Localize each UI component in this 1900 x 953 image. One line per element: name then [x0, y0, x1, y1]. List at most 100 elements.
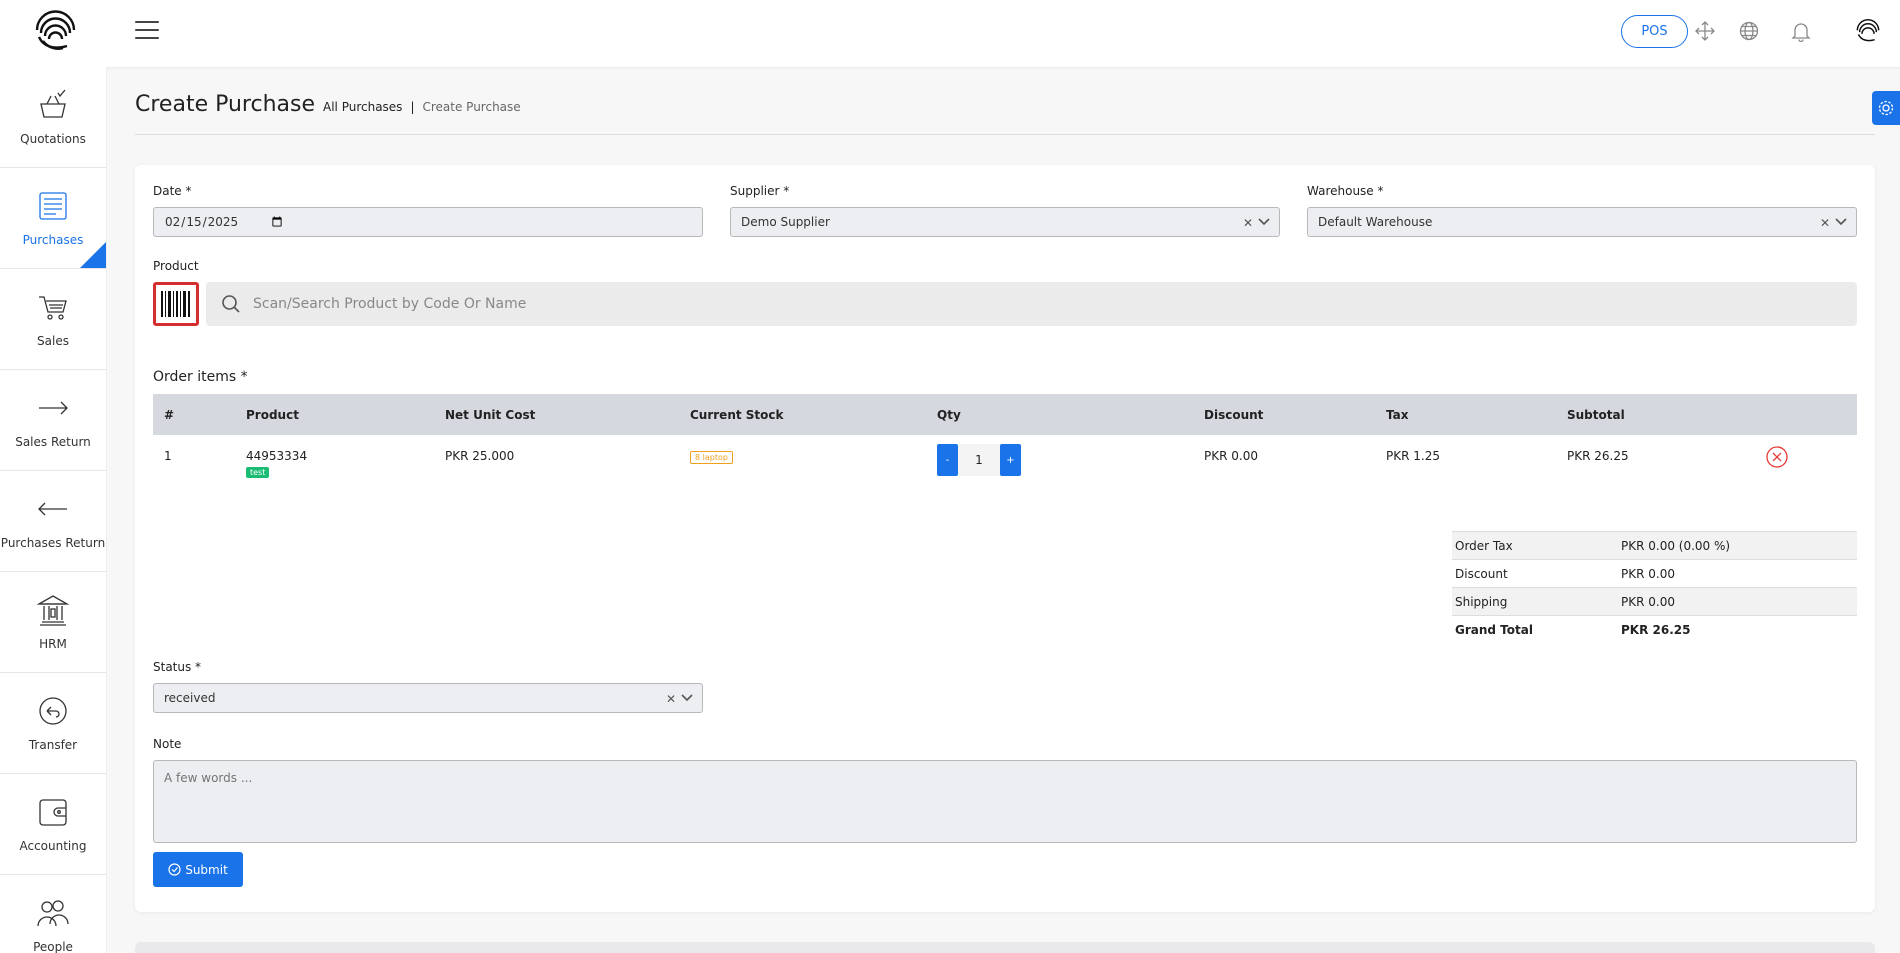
- sidebar-item-hrm[interactable]: HRM: [0, 572, 106, 673]
- discount-label: Discount: [1452, 559, 1618, 588]
- action-cell: [1755, 435, 1857, 491]
- totals-row: Order Tax PKR 0.00 (0.00 %): [1452, 531, 1857, 560]
- column-header: Subtotal: [1556, 394, 1755, 435]
- people-icon: [37, 900, 69, 927]
- column-header: Net Unit Cost: [434, 394, 679, 435]
- arrow-left-icon: [38, 502, 67, 516]
- arrow-right-icon: [39, 401, 68, 415]
- globe-icon[interactable]: [1738, 20, 1760, 42]
- warehouse-value: Default Warehouse: [1318, 215, 1433, 229]
- sidebar-item-label: Accounting: [19, 839, 87, 853]
- receipt-icon: [39, 192, 67, 220]
- cart-icon: [39, 296, 67, 320]
- breadcrumb-separator: |: [410, 100, 415, 114]
- shipping-label: Shipping: [1452, 587, 1618, 616]
- net-unit-cost: PKR 25.000: [445, 449, 515, 463]
- sidebar: Quotations Purchases Sales Sales Return …: [0, 67, 107, 953]
- clear-icon[interactable]: ✕: [1820, 216, 1830, 230]
- sidebar-item-label: Quotations: [20, 132, 86, 146]
- column-header-action: [1755, 394, 1857, 435]
- product-cell: 44953334 test: [235, 435, 434, 491]
- transfer-icon: [39, 697, 67, 725]
- discount-cell: PKR 0.00: [1204, 449, 1258, 463]
- grand-total-label: Grand Total: [1452, 615, 1618, 644]
- fullscreen-icon[interactable]: [1694, 20, 1716, 42]
- remove-icon[interactable]: [1766, 446, 1788, 468]
- order-items-label: Order items *: [153, 369, 248, 385]
- product-search-input[interactable]: [253, 296, 1753, 312]
- settings-button[interactable]: [1872, 91, 1900, 125]
- page-title: Create Purchase: [135, 92, 315, 117]
- submit-button[interactable]: Submit: [153, 852, 243, 887]
- date-input[interactable]: [153, 207, 703, 237]
- product-search[interactable]: [206, 282, 1857, 326]
- chevron-down-icon[interactable]: [680, 691, 694, 705]
- sidebar-item-label: Purchases: [22, 233, 84, 247]
- table-row: 1 44953334 test PKR 25.000 8 laptop - 1 …: [153, 435, 1857, 491]
- sidebar-item-label: Purchases Return: [0, 536, 106, 550]
- sidebar-item-transfer[interactable]: Transfer: [0, 673, 106, 774]
- active-indicator: [80, 242, 106, 268]
- status-select[interactable]: received ✕: [153, 683, 703, 713]
- avatar-icon[interactable]: [1855, 18, 1881, 44]
- status-value: received: [164, 691, 216, 705]
- bell-icon[interactable]: [1790, 20, 1812, 42]
- column-header: Discount: [1193, 394, 1375, 435]
- supplier-select[interactable]: Demo Supplier ✕: [730, 207, 1280, 237]
- sidebar-item-accounting[interactable]: Accounting: [0, 774, 106, 875]
- menu-icon[interactable]: [135, 21, 159, 41]
- qty-decrement-button[interactable]: -: [937, 444, 958, 476]
- tax-cell: PKR 1.25: [1386, 449, 1440, 463]
- supplier-value: Demo Supplier: [741, 215, 830, 229]
- top-bar: POS: [0, 0, 1900, 67]
- breadcrumb-all-purchases[interactable]: All Purchases: [323, 100, 402, 114]
- column-header: Tax: [1375, 394, 1556, 435]
- sidebar-item-sales[interactable]: Sales: [0, 269, 106, 370]
- warehouse-select[interactable]: Default Warehouse ✕: [1307, 207, 1857, 237]
- logo-icon[interactable]: [33, 10, 78, 52]
- barcode-scan-button[interactable]: [153, 282, 199, 326]
- order-tax-label: Order Tax: [1452, 531, 1618, 560]
- product-code: 44953334: [246, 449, 308, 463]
- secondary-card: [135, 942, 1875, 953]
- pos-button[interactable]: POS: [1621, 15, 1688, 48]
- column-header: Current Stock: [679, 394, 926, 435]
- divider: [135, 134, 1875, 135]
- column-header: #: [153, 394, 235, 435]
- qty-increment-button[interactable]: +: [1000, 444, 1021, 476]
- supplier-label: Supplier *: [730, 184, 790, 198]
- clear-icon[interactable]: ✕: [666, 692, 676, 706]
- totals-row: Shipping PKR 0.00: [1452, 587, 1857, 616]
- gear-icon: [1878, 100, 1894, 116]
- chevron-down-icon[interactable]: [1834, 215, 1848, 229]
- sidebar-item-people[interactable]: People: [0, 875, 106, 953]
- sidebar-item-purchases[interactable]: Purchases: [0, 168, 106, 269]
- bank-icon: [36, 595, 70, 626]
- sidebar-item-sales-return[interactable]: Sales Return: [0, 370, 106, 471]
- totals-table: Order Tax PKR 0.00 (0.00 %) Discount PKR…: [1452, 531, 1857, 644]
- chevron-down-icon[interactable]: [1257, 215, 1271, 229]
- subtotal-cell: PKR 26.25: [1567, 449, 1629, 463]
- column-header: Qty: [926, 394, 1193, 435]
- quantity-stepper: - 1 +: [937, 444, 1193, 476]
- order-tax-value: PKR 0.00 (0.00 %): [1618, 531, 1857, 560]
- sidebar-item-label: Sales Return: [15, 435, 91, 449]
- sidebar-item-quotations[interactable]: Quotations: [0, 67, 106, 168]
- discount-value: PKR 0.00: [1618, 559, 1857, 588]
- current-stock-cell: 8 laptop: [679, 435, 926, 491]
- purchase-form-card: Date * Supplier * Demo Supplier ✕ Wareho…: [135, 165, 1875, 912]
- wallet-icon: [39, 799, 67, 826]
- barcode-icon: [161, 291, 190, 317]
- page: POS Quotations Purchases Sales Sales Ret…: [0, 0, 1900, 953]
- search-icon: [222, 295, 240, 313]
- note-textarea[interactable]: [153, 760, 1857, 843]
- qty-value[interactable]: 1: [958, 444, 1000, 476]
- sidebar-item-label: People: [33, 940, 73, 953]
- sidebar-item-purchases-return[interactable]: Purchases Return: [0, 471, 106, 572]
- warehouse-label: Warehouse *: [1307, 184, 1384, 198]
- status-label: Status *: [153, 660, 202, 674]
- clear-icon[interactable]: ✕: [1243, 216, 1253, 230]
- column-header: Product: [235, 394, 434, 435]
- breadcrumb-current: Create Purchase: [422, 100, 521, 114]
- page-header: Create Purchase All Purchases | Create P…: [135, 92, 521, 117]
